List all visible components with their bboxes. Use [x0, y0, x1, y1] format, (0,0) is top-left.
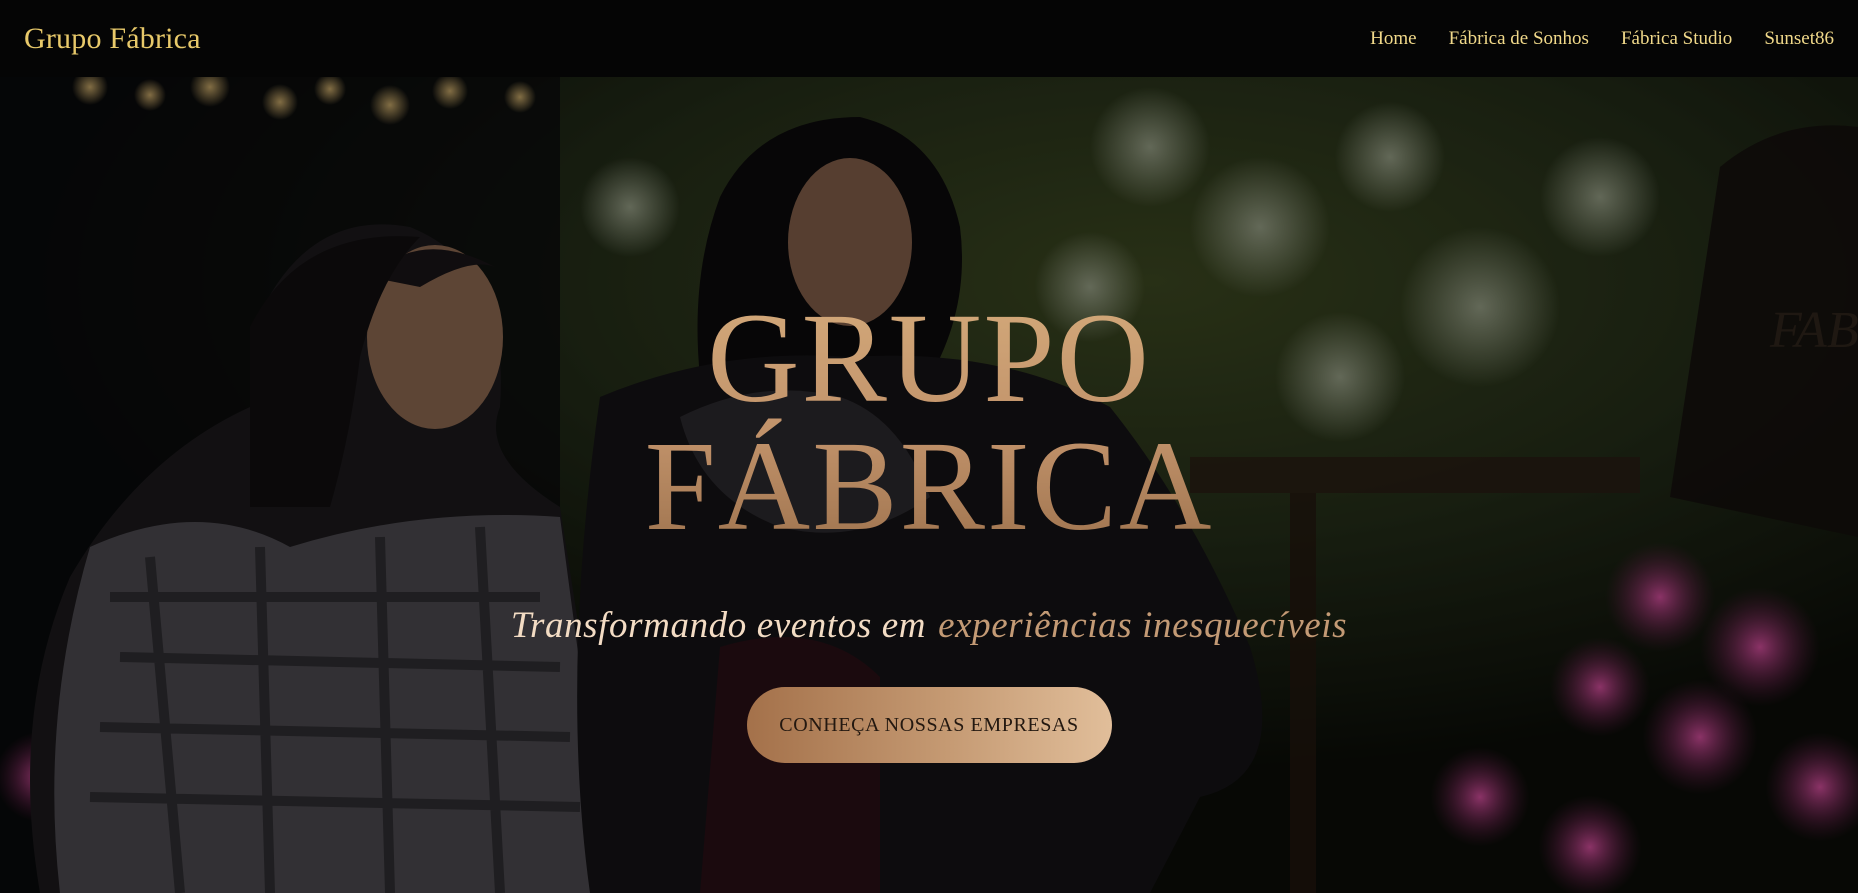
hero-title-line1: GRUPO	[707, 287, 1151, 429]
nav-link-fabrica-de-sonhos[interactable]: Fábrica de Sonhos	[1449, 28, 1589, 50]
cta-button-conheca-empresas[interactable]: CONHEÇA NOSSAS EMPRESAS	[746, 687, 1112, 763]
nav-link-fabrica-studio[interactable]: Fábrica Studio	[1621, 28, 1732, 50]
hero-subtitle-part1: Transformando eventos em	[510, 605, 927, 646]
hero-content: GRUPO FÁBRICA Transformando eventos em ex…	[0, 77, 1858, 893]
hero-section: FABRICA de SONHOS GRUPO FÁBRICA Transfor…	[0, 77, 1858, 893]
brand-logo-link[interactable]: Grupo Fábrica	[24, 22, 201, 56]
hero-title-line2: FÁBRICA	[644, 415, 1214, 557]
nav-links: Home Fábrica de Sonhos Fábrica Studio Su…	[1370, 28, 1834, 50]
nav-link-sunset86[interactable]: Sunset86	[1764, 28, 1834, 50]
nav-link-home[interactable]: Home	[1370, 28, 1416, 50]
hero-subtitle-part2: experiências inesquecíveis	[938, 605, 1348, 646]
hero-title: GRUPO FÁBRICA	[645, 294, 1214, 550]
hero-subtitle: Transformando eventos em experiências ine…	[511, 604, 1347, 647]
top-navbar: Grupo Fábrica Home Fábrica de Sonhos Fáb…	[0, 0, 1858, 77]
